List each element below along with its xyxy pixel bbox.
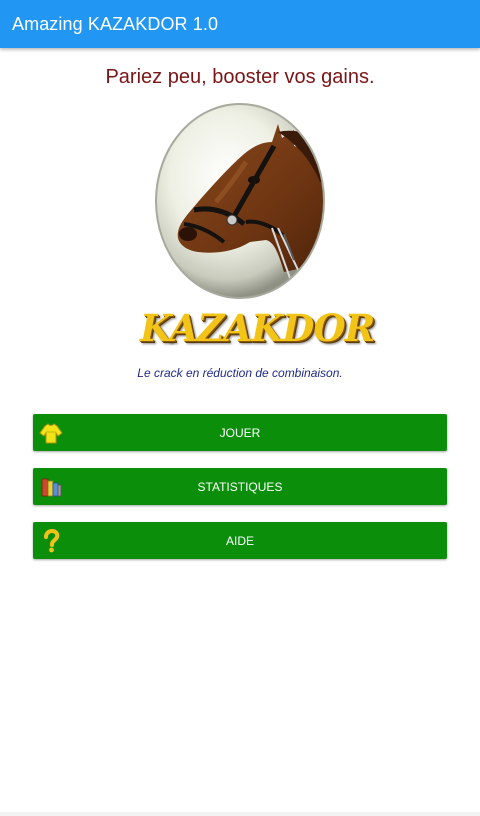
bottom-divider: [0, 812, 480, 816]
books-icon: [38, 474, 64, 500]
statistiques-button[interactable]: STATISTIQUES: [33, 468, 447, 505]
horse-emblem-image: [154, 102, 326, 300]
aide-button[interactable]: AIDE: [33, 522, 447, 559]
jouer-button[interactable]: JOUER: [33, 414, 447, 451]
app-bar: Amazing KAZAKDOR 1.0: [0, 0, 480, 48]
app-title: Amazing KAZAKDOR 1.0: [12, 13, 219, 34]
jockey-silks-icon: [38, 420, 64, 446]
question-mark-icon: [38, 528, 64, 554]
slogan-text: Pariez peu, booster vos gains.: [105, 66, 375, 88]
kazakdor-logo: KAZAKDOR: [140, 306, 375, 350]
jouer-label: JOUER: [219, 425, 261, 440]
statistiques-label: STATISTIQUES: [197, 479, 283, 494]
tagline-text: Le crack en réduction de combinaison.: [137, 366, 343, 380]
aide-label: AIDE: [225, 533, 254, 548]
